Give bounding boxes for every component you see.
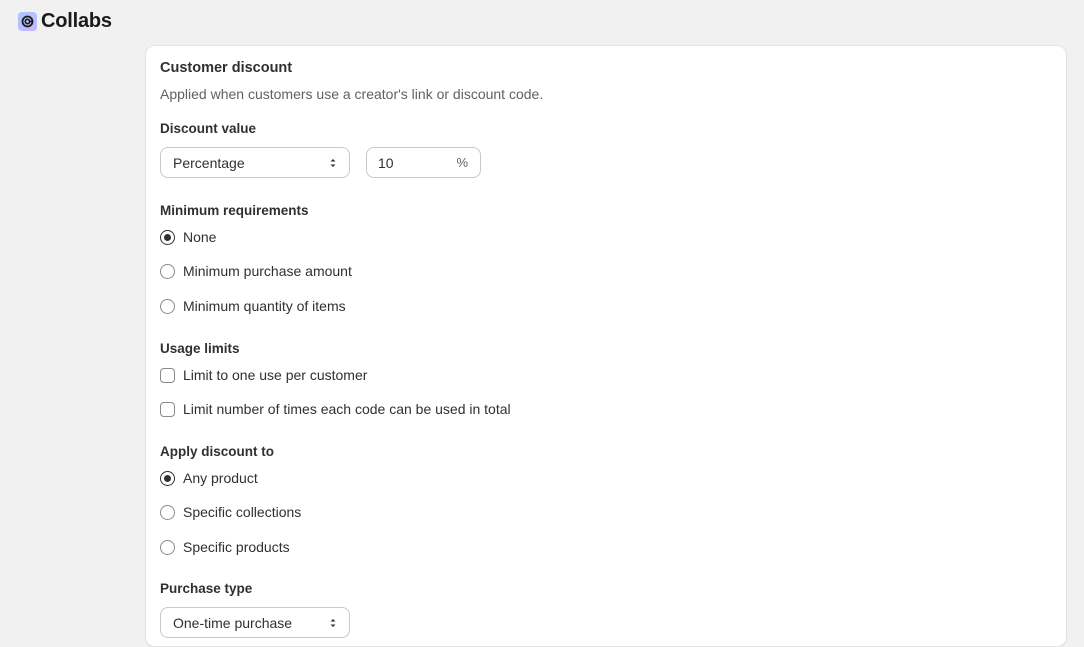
- option-label: None: [183, 229, 217, 245]
- select-chevron-icon: [330, 619, 336, 627]
- app-header: Collabs: [18, 9, 112, 33]
- select-chevron-icon: [330, 159, 336, 167]
- apply-any-product-option[interactable]: Any product: [160, 470, 258, 486]
- limit-total-uses-option[interactable]: Limit number of times each code can be u…: [160, 401, 511, 417]
- min-req-none-option[interactable]: None: [160, 229, 216, 245]
- usage-limits-label: Usage limits: [160, 341, 240, 356]
- option-label: Limit to one use per customer: [183, 367, 368, 383]
- purchase-type-value: One-time purchase: [173, 614, 293, 631]
- card-description: Applied when customers use a creator's l…: [160, 86, 544, 102]
- apply-specific-products-option[interactable]: Specific products: [160, 539, 290, 555]
- purchase-type-select[interactable]: One-time purchase: [160, 607, 350, 638]
- option-label: Any product: [183, 470, 258, 486]
- apply-specific-collections-option[interactable]: Specific collections: [160, 504, 301, 520]
- option-label: Minimum purchase amount: [183, 263, 352, 279]
- card-title: Customer discount: [160, 60, 293, 76]
- checkbox[interactable]: [160, 367, 175, 383]
- radio-button[interactable]: [160, 539, 175, 555]
- discount-amount-input[interactable]: 10 %: [366, 147, 481, 178]
- collabs-logo-icon: [18, 11, 37, 31]
- app-name: Collabs: [41, 9, 112, 32]
- purchase-type-label: Purchase type: [160, 581, 253, 596]
- option-label: Limit number of times each code can be u…: [183, 401, 511, 417]
- radio-button[interactable]: [160, 470, 175, 486]
- radio-button[interactable]: [160, 298, 175, 314]
- option-label: Specific products: [183, 539, 290, 555]
- min-req-quantity-option[interactable]: Minimum quantity of items: [160, 298, 346, 314]
- discount-value-label: Discount value: [160, 121, 257, 136]
- option-label: Specific collections: [183, 504, 302, 520]
- customer-discount-card: Customer discount Applied when customers…: [145, 45, 1067, 647]
- radio-button[interactable]: [160, 229, 175, 245]
- discount-type-select[interactable]: Percentage: [160, 147, 350, 178]
- min-req-purchase-amount-option[interactable]: Minimum purchase amount: [160, 263, 352, 279]
- radio-button[interactable]: [160, 504, 175, 520]
- minimum-requirements-label: Minimum requirements: [160, 203, 309, 218]
- limit-one-per-customer-option[interactable]: Limit to one use per customer: [160, 367, 367, 383]
- checkbox[interactable]: [160, 401, 175, 417]
- percent-suffix: %: [456, 155, 468, 170]
- option-label: Minimum quantity of items: [183, 298, 346, 314]
- apply-discount-to-label: Apply discount to: [160, 444, 274, 459]
- discount-type-value: Percentage: [173, 154, 245, 171]
- radio-button[interactable]: [160, 263, 175, 279]
- discount-amount-value: 10: [378, 154, 394, 171]
